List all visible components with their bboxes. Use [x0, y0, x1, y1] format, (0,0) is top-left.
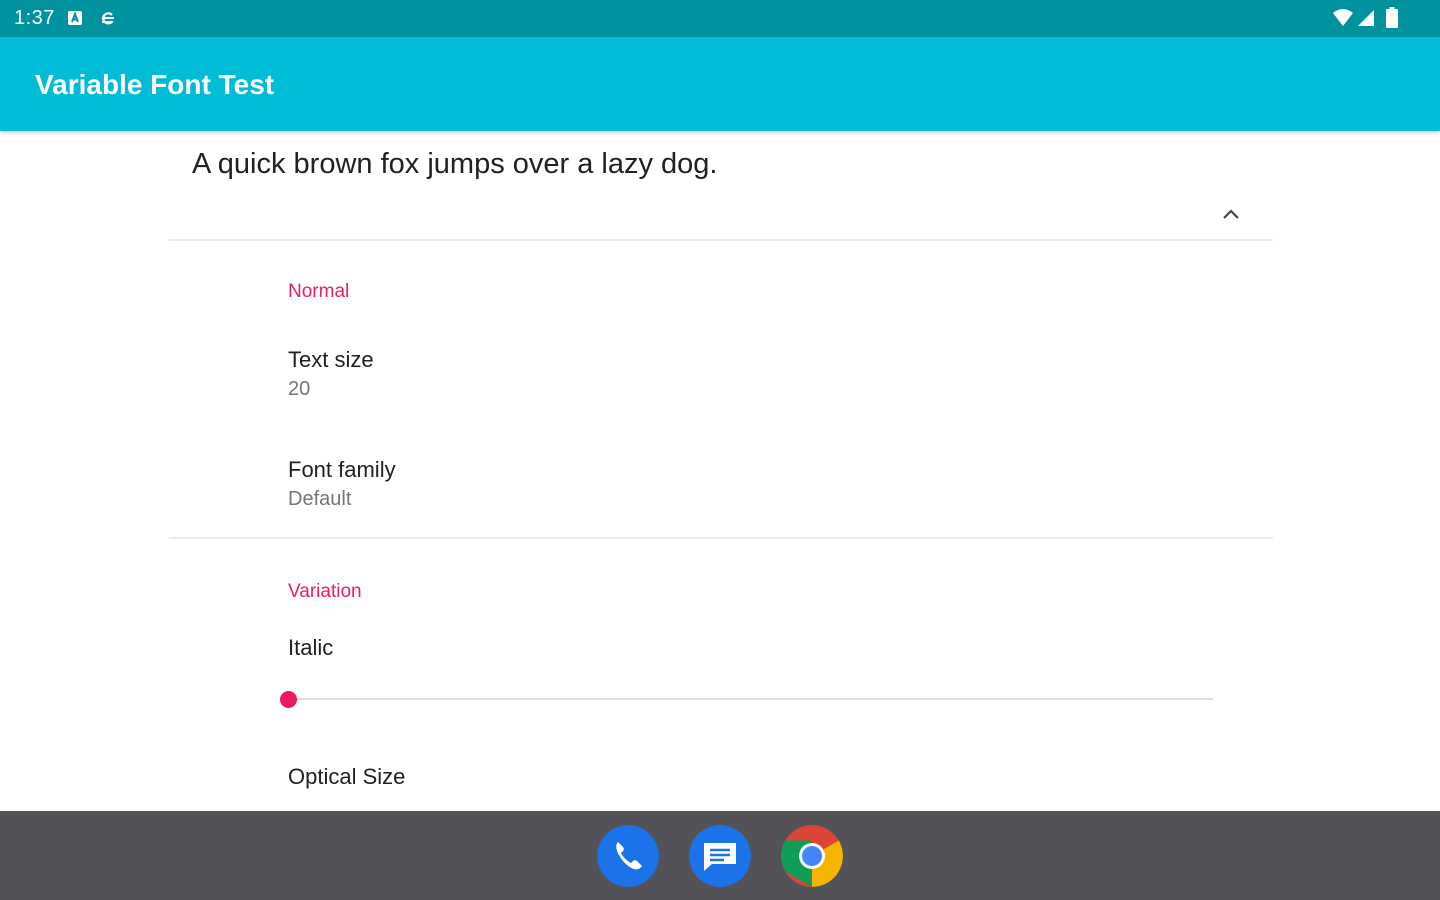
cell-signal-icon	[1358, 10, 1374, 26]
pref-title: Font family	[288, 457, 396, 482]
pref-title: Optical Size	[288, 764, 406, 789]
chrome-app-icon[interactable]	[781, 825, 843, 887]
page-title: Variable Font Test	[35, 69, 275, 100]
pref-text-size[interactable]: Text size 20	[288, 346, 374, 404]
pref-italic: Italic	[288, 634, 333, 662]
italic-slider[interactable]	[280, 689, 1215, 709]
status-time: 1:37	[14, 7, 55, 29]
navigation-bar	[0, 811, 1440, 900]
section-title-normal: Normal	[288, 281, 350, 302]
pref-title: Italic	[288, 635, 334, 660]
notification-a-icon	[68, 11, 82, 25]
sync-icon	[102, 12, 114, 25]
divider	[169, 239, 1273, 241]
settings-content: A quick brown fox jumps over a lazy dog.…	[0, 131, 1440, 811]
pref-summary: Default	[288, 488, 352, 510]
pref-font-family[interactable]: Font family Default	[288, 456, 396, 514]
divider	[169, 537, 1273, 539]
pref-summary: 20	[288, 378, 311, 400]
phone-app-icon[interactable]	[597, 825, 659, 887]
battery-icon	[1386, 7, 1398, 28]
pref-optical-size[interactable]: Optical Size	[288, 763, 405, 791]
app-bar: Variable Font Test	[0, 37, 1440, 131]
preview-text: A quick brown fox jumps over a lazy dog.	[192, 148, 718, 180]
pref-title: Text size	[288, 347, 374, 372]
slider-thumb[interactable]	[280, 691, 297, 708]
section-title-variation: Variation	[288, 581, 362, 602]
wifi-icon	[1333, 9, 1353, 26]
chevron-up-icon[interactable]	[1216, 199, 1246, 229]
messages-app-icon[interactable]	[689, 825, 751, 887]
slider-track	[288, 698, 1213, 700]
status-bar: 1:37	[0, 0, 1440, 37]
